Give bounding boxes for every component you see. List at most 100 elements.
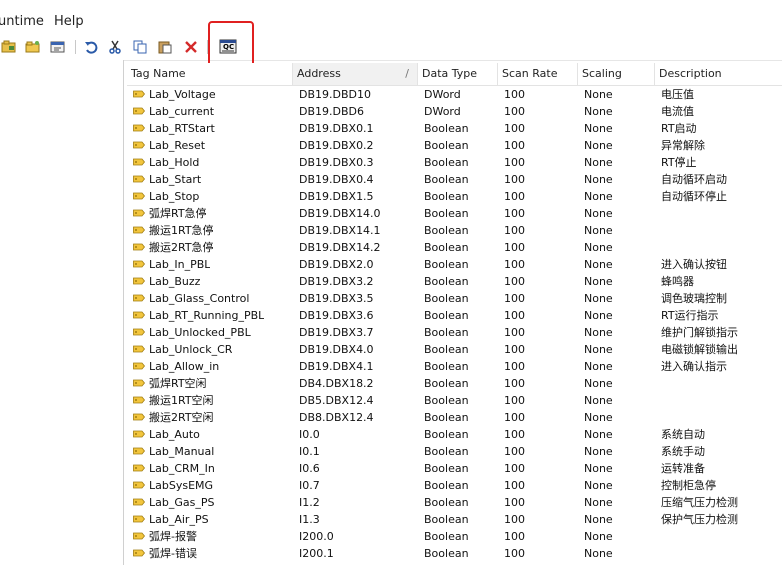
properties-button[interactable] — [49, 38, 67, 56]
tag-description: 电磁锁解锁输出 — [661, 343, 738, 356]
tag-address: DB19.DBD6 — [299, 105, 364, 118]
toolbar-separator — [75, 40, 76, 54]
tag-scaling: None — [584, 105, 613, 118]
tag-data-type: Boolean — [424, 207, 469, 220]
tag-name: Lab_Allow_in — [149, 360, 220, 373]
tag-icon — [133, 124, 145, 132]
tag-address: DB5.DBX12.4 — [299, 394, 374, 407]
column-header-description[interactable]: Description — [655, 63, 782, 85]
copy-button[interactable] — [131, 38, 149, 56]
table-row[interactable]: Lab_Unlocked_PBL DB19.DBX3.7 Boolean 100 Non… — [127, 324, 782, 341]
table-row[interactable]: 搬运2RT空闲 DB8.DBX12.4 Boolean 100 None — [127, 409, 782, 426]
table-row[interactable]: Lab_Buzz DB19.DBX3.2 Boolean 100 None 蜂鸣器 — [127, 273, 782, 290]
tag-scaling: None — [584, 479, 613, 492]
tag-scan-rate: 100 — [504, 428, 525, 441]
column-header-scan-rate[interactable]: Scan Rate — [498, 63, 578, 85]
paste-icon — [158, 41, 172, 54]
table-row[interactable]: Lab_Allow_in DB19.DBX4.1 Boolean 100 None 进入确… — [127, 358, 782, 375]
table-row[interactable]: 搬运1RT空闲 DB5.DBX12.4 Boolean 100 None — [127, 392, 782, 409]
tag-name: Lab_Start — [149, 173, 202, 186]
tag-address: DB19.DBX4.0 — [299, 343, 374, 356]
tag-scan-rate: 100 — [504, 513, 525, 526]
table-row[interactable]: Lab_RT_Running_PBL DB19.DBX3.6 Boolean 100 N… — [127, 307, 782, 324]
cut-button[interactable] — [106, 38, 124, 56]
tag-data-type: Boolean — [424, 241, 469, 254]
tag-icon — [133, 311, 145, 319]
table-row[interactable]: Lab_In_PBL DB19.DBX2.0 Boolean 100 None 进入确认按… — [127, 256, 782, 273]
table-row[interactable]: 弧焊-报警 I200.0 Boolean 100 None — [127, 528, 782, 545]
tag-address: DB19.DBX4.1 — [299, 360, 374, 373]
tag-address: DB19.DBX0.4 — [299, 173, 374, 186]
tag-scaling: None — [584, 292, 613, 305]
table-row[interactable]: 弧焊RT急停 DB19.DBX14.0 Boolean 100 None — [127, 205, 782, 222]
table-row[interactable]: Lab_Air_PS I1.3 Boolean 100 None 保护气压力检测 — [127, 511, 782, 528]
table-row[interactable]: 搬运2RT急停 DB19.DBX14.2 Boolean 100 None — [127, 239, 782, 256]
new-tag-button[interactable] — [0, 38, 18, 56]
table-row[interactable]: Lab_Reset DB19.DBX0.2 Boolean 100 None 异常解除 — [127, 137, 782, 154]
tag-data-type: Boolean — [424, 445, 469, 458]
table-row[interactable]: Lab_RTStart DB19.DBX0.1 Boolean 100 None RT启动 — [127, 120, 782, 137]
tag-icon — [133, 345, 145, 353]
paste-button[interactable] — [156, 38, 174, 56]
table-row[interactable]: 弧焊RT空闲 DB4.DBX18.2 Boolean 100 None — [127, 375, 782, 392]
tag-description: RT启动 — [661, 122, 697, 135]
tag-address: DB19.DBX3.7 — [299, 326, 374, 339]
tag-data-type: DWord — [424, 88, 461, 101]
tag-address: DB19.DBX0.1 — [299, 122, 374, 135]
table-row[interactable]: Lab_Auto I0.0 Boolean 100 None 系统自动 — [127, 426, 782, 443]
tag-icon — [133, 396, 145, 404]
open-folder-button[interactable] — [24, 38, 42, 56]
table-row[interactable]: Lab_CRM_In I0.6 Boolean 100 None 运转准备 — [127, 460, 782, 477]
tag-address: DB8.DBX12.4 — [299, 411, 374, 424]
tag-description: 进入确认指示 — [661, 360, 727, 373]
tag-data-type: Boolean — [424, 411, 469, 424]
table-row[interactable]: Lab_Gas_PS I1.2 Boolean 100 None 压缩气压力检测 — [127, 494, 782, 511]
tag-name: Lab_Auto — [149, 428, 200, 441]
column-header-data-type[interactable]: Data Type — [418, 63, 498, 85]
tag-scan-rate: 100 — [504, 547, 525, 560]
tag-description: 异常解除 — [661, 139, 705, 152]
tag-icon — [133, 447, 145, 455]
table-row[interactable]: Lab_Voltage DB19.DBD10 DWord 100 None 电压值 — [127, 86, 782, 103]
tag-name: 弧焊RT空闲 — [149, 377, 207, 390]
menu-runtime[interactable]: untime — [0, 14, 44, 29]
project-tree-pane[interactable] — [0, 60, 124, 565]
tag-address: DB19.DBX1.5 — [299, 190, 374, 203]
tag-scan-rate: 100 — [504, 207, 525, 220]
tag-scaling: None — [584, 190, 613, 203]
table-row[interactable]: Lab_Glass_Control DB19.DBX3.5 Boolean 100 No… — [127, 290, 782, 307]
tag-name: Lab_Air_PS — [149, 513, 209, 526]
tag-data-type: Boolean — [424, 394, 469, 407]
tag-data-type: Boolean — [424, 122, 469, 135]
table-row[interactable]: Lab_Start DB19.DBX0.4 Boolean 100 None 自动循环启动 — [127, 171, 782, 188]
tag-address: DB19.DBX14.2 — [299, 241, 381, 254]
tag-data-type: Boolean — [424, 275, 469, 288]
column-header-scaling[interactable]: Scaling — [578, 63, 655, 85]
table-row[interactable]: Lab_Unlock_CR DB19.DBX4.0 Boolean 100 None 电磁… — [127, 341, 782, 358]
menu-help[interactable]: Help — [54, 14, 84, 29]
menu-bar: untime Help — [0, 0, 782, 34]
delete-button[interactable] — [182, 38, 200, 56]
tag-name: 弧焊RT急停 — [149, 207, 207, 220]
column-header-tag-name[interactable]: Tag Name — [127, 63, 293, 85]
table-row[interactable]: Lab_current DB19.DBD6 DWord 100 None 电流值 — [127, 103, 782, 120]
tag-icon — [133, 328, 145, 336]
tag-data-type: Boolean — [424, 309, 469, 322]
tag-scan-rate: 100 — [504, 496, 525, 509]
tag-icon — [133, 192, 145, 200]
column-header-address[interactable]: Address / — [293, 63, 418, 85]
undo-button[interactable] — [82, 38, 100, 56]
table-row[interactable]: Lab_Stop DB19.DBX1.5 Boolean 100 None 自动循环停止 — [127, 188, 782, 205]
undo-icon — [85, 41, 98, 54]
table-row[interactable]: 弧焊-错误 I200.1 Boolean 100 None — [127, 545, 782, 562]
tag-icon — [133, 90, 145, 98]
table-row[interactable]: 搬运1RT急停 DB19.DBX14.1 Boolean 100 None — [127, 222, 782, 239]
tag-icon — [133, 549, 145, 557]
table-row[interactable]: LabSysEMG I0.7 Boolean 100 None 控制柜急停 — [127, 477, 782, 494]
tag-address: DB4.DBX18.2 — [299, 377, 374, 390]
tag-scan-rate: 100 — [504, 309, 525, 322]
tag-name: Lab_Glass_Control — [149, 292, 250, 305]
table-row[interactable]: Lab_Hold DB19.DBX0.3 Boolean 100 None RT停止 — [127, 154, 782, 171]
tag-scaling: None — [584, 88, 613, 101]
table-row[interactable]: Lab_Manual I0.1 Boolean 100 None 系统手动 — [127, 443, 782, 460]
